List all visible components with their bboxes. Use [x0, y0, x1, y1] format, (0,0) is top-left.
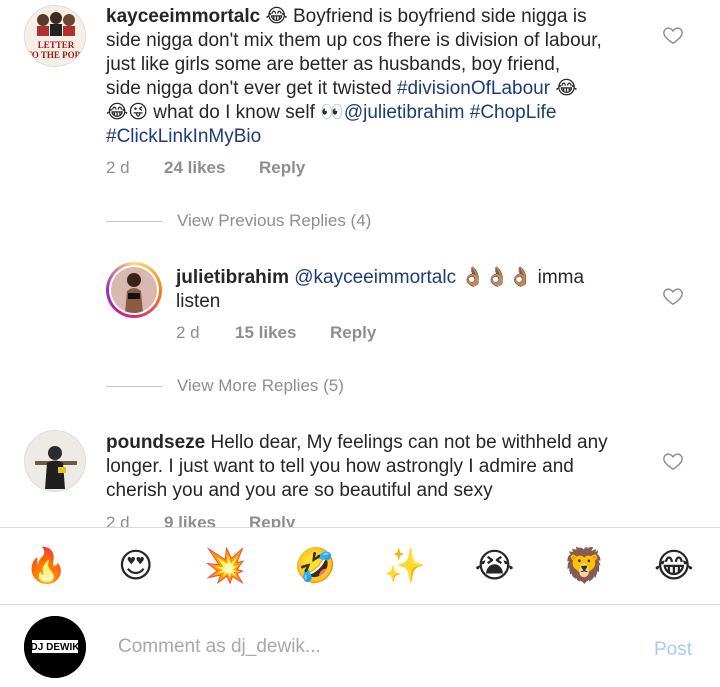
emoji-quick-bar: 🔥 😍 💥 🤣 ✨ 😭 🦁 😂 — [0, 527, 720, 605]
user-photo — [25, 431, 85, 491]
comment-age: 2 d — [176, 323, 200, 342]
like-heart-icon[interactable] — [662, 24, 684, 46]
reply-body: 👌🏽👌🏽👌🏽 imma — [456, 267, 585, 288]
avatar-kayceeimmortalc[interactable]: LETTER TO THE POPE — [24, 5, 86, 67]
comment-body-line3: just like girls some are better as husba… — [106, 54, 561, 75]
mention-link[interactable]: @kayceeimmortalc — [294, 267, 456, 288]
comment-body-line2: side nigga don't mix them up cos fhere i… — [106, 30, 602, 51]
sparkles-emoji-button[interactable]: ✨ — [384, 546, 426, 586]
comment-text: poundseze Hello dear, My feelings can no… — [106, 431, 646, 503]
divider-line — [106, 220, 162, 222]
comment-input[interactable]: Comment as dj_dewik... — [118, 636, 321, 658]
comment-body-line1: Hello dear, My feelings can not be withh… — [205, 432, 608, 453]
likes-count[interactable]: 15 likes — [235, 323, 330, 343]
like-heart-icon[interactable] — [662, 450, 684, 472]
comment-body-line3: cherish you and you are so beautiful and… — [106, 480, 493, 501]
dj-logo-icon: DJ DEWIK — [24, 616, 86, 678]
comment-age: 2 d — [106, 158, 130, 177]
crying-emoji-button[interactable]: 😭 — [474, 546, 516, 586]
user-photo — [111, 267, 157, 313]
reply-button[interactable]: Reply — [259, 158, 305, 178]
svg-text:DJ DEWIK: DJ DEWIK — [31, 642, 81, 653]
comment-body-line1: 😂 Boyfriend is boyfriend side nigga is — [265, 6, 587, 27]
avatar-poundseze[interactable] — [24, 430, 86, 492]
poster-avatar-image: LETTER TO THE POPE — [25, 6, 86, 66]
reply-button[interactable]: Reply — [330, 323, 376, 343]
joy-emoji-button[interactable]: 😂 — [653, 546, 695, 586]
comment-username[interactable]: julietibrahim — [176, 267, 289, 288]
likes-count[interactable]: 24 likes — [164, 158, 259, 178]
reply-body-line2: listen — [176, 291, 221, 312]
collision-emoji-button[interactable]: 💥 — [204, 546, 246, 586]
view-more-replies[interactable]: View More Replies (5) — [106, 376, 344, 396]
comment-body-line2: longer. I just want to tell you how astr… — [106, 456, 574, 477]
hashtag-link[interactable]: #ChopLife — [464, 102, 557, 123]
reply-text: julietibrahim @kayceeimmortalc 👌🏽👌🏽👌🏽 im… — [176, 266, 636, 314]
hashtag-link[interactable]: #ClickLinkInMyBio — [106, 126, 261, 147]
comment-emoji: 😂 — [550, 78, 578, 99]
avatar-julietibrahim[interactable] — [106, 262, 162, 318]
comment-meta: 2 d 15 likes Reply — [176, 323, 376, 343]
comment-text: kayceeimmortalc 😂 Boyfriend is boyfriend… — [106, 5, 646, 149]
heart-eyes-emoji-button[interactable]: 😍 — [115, 546, 157, 586]
comment-username[interactable]: poundseze — [106, 432, 205, 453]
avatar-logo-text: LETTER — [38, 40, 75, 50]
lion-emoji-button[interactable]: 🦁 — [563, 546, 605, 586]
view-previous-replies[interactable]: View Previous Replies (4) — [106, 211, 371, 231]
comment-body-line4: side nigga don't ever get it twisted — [106, 78, 397, 99]
comment-body-line5: 😂😜 what do I know self 👀 — [106, 102, 344, 123]
svg-text:TO THE POPE: TO THE POPE — [26, 50, 86, 60]
fire-emoji-button[interactable]: 🔥 — [25, 546, 67, 586]
divider-line — [106, 385, 162, 387]
like-heart-icon[interactable] — [662, 285, 684, 307]
comment-username[interactable]: kayceeimmortalc — [106, 6, 260, 27]
rofl-emoji-button[interactable]: 🤣 — [294, 546, 336, 586]
comment-meta: 2 d 24 likes Reply — [106, 158, 305, 178]
comment-composer: DJ DEWIK Comment as dj_dewik... Post — [0, 606, 720, 687]
hashtag-link[interactable]: #divisionOfLabour — [397, 78, 550, 99]
view-previous-replies-label[interactable]: View Previous Replies (4) — [177, 211, 371, 231]
mention-link[interactable]: @julietibrahim — [344, 102, 465, 123]
my-avatar: DJ DEWIK — [24, 616, 86, 678]
post-button[interactable]: Post — [654, 639, 692, 661]
view-more-replies-label[interactable]: View More Replies (5) — [177, 376, 344, 396]
